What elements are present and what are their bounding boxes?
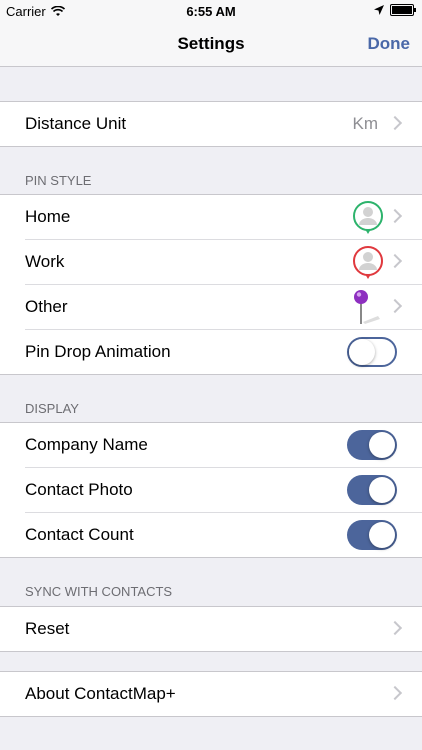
- pin-drop-animation-row: Pin Drop Animation: [0, 330, 422, 375]
- chevron-right-icon: [387, 620, 403, 636]
- chevron-right-icon: [387, 115, 403, 131]
- contact-count-label: Contact Count: [25, 525, 134, 544]
- pin-drop-animation-label: Pin Drop Animation: [25, 342, 171, 361]
- pin-style-other-row[interactable]: Other: [0, 285, 422, 330]
- contact-count-toggle[interactable]: [347, 520, 397, 550]
- status-bar: Carrier 6:55 AM: [0, 0, 422, 24]
- chevron-right-icon: [387, 253, 403, 269]
- divider: [0, 557, 422, 558]
- pin-style-work-row[interactable]: Work: [0, 240, 422, 285]
- contact-count-row: Contact Count: [0, 513, 422, 558]
- section-header-display: DISPLAY: [25, 401, 79, 416]
- reset-row[interactable]: Reset: [0, 607, 422, 652]
- chevron-right-icon: [387, 685, 403, 701]
- location-arrow-icon: [374, 5, 384, 15]
- navigation-bar: Settings Done: [0, 24, 422, 67]
- divider: [0, 651, 422, 652]
- distance-unit-label: Distance Unit: [25, 114, 127, 133]
- work-pin-icon: [353, 246, 383, 279]
- home-label: Home: [25, 207, 71, 226]
- divider: [0, 146, 422, 147]
- about-row[interactable]: About ContactMap+: [0, 672, 422, 717]
- company-name-label: Company Name: [25, 435, 148, 454]
- clock: 6:55 AM: [186, 4, 236, 19]
- about-label: About ContactMap+: [25, 684, 176, 703]
- push-pin-icon: [354, 290, 380, 324]
- chevron-right-icon: [387, 208, 403, 224]
- divider: [0, 374, 422, 375]
- distance-unit-value: Km: [352, 114, 379, 133]
- contact-photo-label: Contact Photo: [25, 480, 133, 499]
- page-title: Settings: [177, 34, 245, 53]
- done-button[interactable]: Done: [368, 34, 411, 54]
- home-pin-icon: [353, 201, 383, 234]
- contact-photo-row: Contact Photo: [0, 468, 422, 513]
- pin-style-home-row[interactable]: Home: [0, 195, 422, 240]
- work-label: Work: [25, 252, 65, 271]
- company-name-row: Company Name: [0, 423, 422, 468]
- section-header-sync: SYNC WITH CONTACTS: [25, 584, 173, 599]
- other-label: Other: [25, 297, 68, 316]
- section-header-pin-style: PIN STYLE: [25, 173, 92, 188]
- battery-icon: [390, 4, 416, 16]
- divider: [0, 716, 422, 717]
- chevron-right-icon: [387, 298, 403, 314]
- contact-photo-toggle[interactable]: [347, 475, 397, 505]
- distance-unit-row[interactable]: Distance Unit Km: [0, 102, 422, 147]
- reset-label: Reset: [25, 619, 70, 638]
- company-name-toggle[interactable]: [347, 430, 397, 460]
- pin-drop-animation-toggle[interactable]: [347, 337, 397, 367]
